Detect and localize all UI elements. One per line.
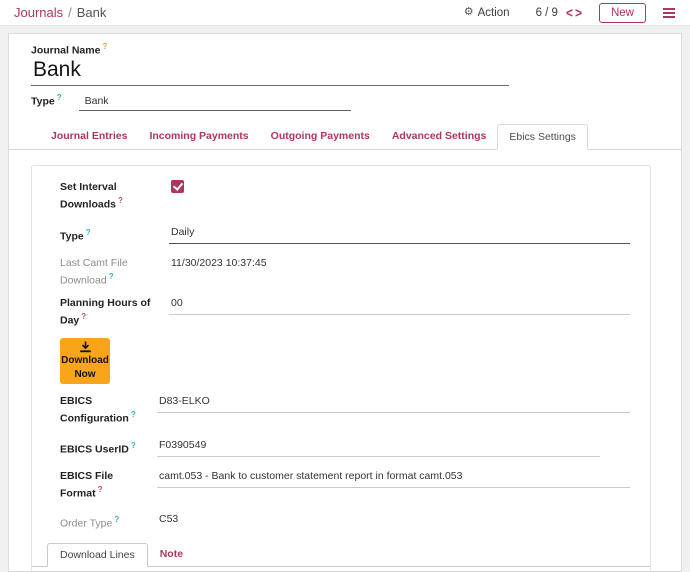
new-button[interactable]: New (599, 3, 646, 23)
pager-arrows: < > (565, 7, 583, 19)
ebics-file-format-label: EBICS File Format? (60, 468, 157, 501)
breadcrumb: Journals / Bank (14, 5, 106, 20)
ebics-form-area: Set Interval Downloads? Type? Daily Last… (32, 179, 650, 531)
chevron-left-icon[interactable]: < (565, 6, 574, 20)
column-header-date-to[interactable]: Date To (339, 567, 396, 572)
column-header-date-from[interactable]: Date From (279, 567, 339, 572)
last-camt-help-icon[interactable]: ? (109, 272, 114, 281)
breadcrumb-journals-link[interactable]: Journals (14, 5, 63, 20)
ebics-configuration-input[interactable]: D83-ELKO (157, 393, 630, 413)
order-type-label: Order Type? (60, 511, 157, 531)
column-header-filename[interactable]: Filename (157, 567, 279, 572)
ebics-userid-label-text: EBICS UserID (60, 443, 129, 455)
planning-hours-label-text: Planning Hours of Day (60, 297, 150, 327)
sub-notebook-tabs: Download Lines Note (32, 543, 650, 567)
ebics-file-format-row: EBICS File Format? camt.053 - Bank to cu… (60, 468, 630, 501)
ebics-file-format-help-icon[interactable]: ? (98, 485, 103, 494)
notebook-tabs: Journal Entries Incoming Payments Outgoi… (9, 124, 681, 150)
set-interval-label: Set Interval Downloads? (60, 179, 157, 212)
set-interval-checkbox[interactable] (171, 180, 184, 193)
tab-ebics-settings[interactable]: Ebics Settings (497, 124, 588, 150)
download-now-line1: Download (61, 355, 109, 367)
control-panel-right: ⚙ Action 6 / 9 < > New (464, 3, 677, 23)
journal-type-label-text: Type (31, 95, 55, 107)
ebics-userid-label: EBICS UserID? (60, 437, 157, 457)
ebics-settings-pane: Set Interval Downloads? Type? Daily Last… (31, 165, 651, 572)
last-camt-row: Last Camt File Download? 11/30/2023 10:3… (60, 255, 630, 288)
order-type-help-icon[interactable]: ? (114, 515, 119, 524)
journal-name-label-text: Journal Name (31, 45, 100, 57)
column-header-state[interactable]: Sta... (423, 567, 455, 572)
set-interval-help-icon[interactable]: ? (118, 196, 123, 205)
column-header-file-formats[interactable]: EBICS File Formats (455, 567, 604, 572)
ebics-userid-row: EBICS UserID? F0390549 (60, 437, 630, 457)
hamburger-menu-icon[interactable] (661, 6, 677, 20)
tab-outgoing-payments[interactable]: Outgoing Payments (260, 124, 381, 149)
tab-journal-entries[interactable]: Journal Entries (40, 124, 138, 149)
journal-name-label: Journal Name? (31, 42, 659, 57)
last-camt-label: Last Camt File Download? (60, 255, 157, 288)
ebics-userid-input[interactable]: F0390549 (157, 437, 600, 457)
ebics-file-format-input[interactable]: camt.053 - Bank to customer statement re… (157, 468, 630, 488)
breadcrumb-current: Bank (77, 5, 107, 20)
journal-type-label: Type? (31, 93, 62, 108)
column-header-user[interactable]: Us... (396, 567, 423, 572)
ebics-configuration-row: EBICS Configuration? D83-ELKO (60, 393, 630, 426)
journal-name-input[interactable]: Bank (31, 57, 509, 85)
breadcrumb-separator: / (68, 5, 72, 20)
planning-hours-row: Planning Hours of Day? 00 (60, 295, 630, 328)
ebics-configuration-label-text: EBICS Configuration (60, 395, 129, 425)
interval-type-select[interactable]: Daily (169, 224, 630, 244)
journal-type-row: Type? Bank (31, 93, 659, 111)
set-interval-label-text: Set Interval Downloads (60, 181, 117, 211)
last-camt-value: 11/30/2023 10:37:45 (169, 255, 630, 274)
last-camt-label-text: Last Camt File Download (60, 257, 128, 287)
table-header-row: Download Date Filename Date From Date To… (40, 567, 650, 572)
journal-type-input[interactable]: Bank (79, 93, 351, 111)
pager-counter: 6 / 9 (536, 7, 558, 19)
action-menu-button[interactable]: ⚙ Action (464, 7, 510, 19)
action-menu-label: Action (478, 7, 510, 19)
interval-type-row: Type? Daily (60, 224, 630, 244)
planning-hours-help-icon[interactable]: ? (81, 312, 86, 321)
order-type-value: C53 (157, 511, 630, 530)
journal-form-sheet: Journal Name? Bank Type? Bank Journal En… (8, 33, 682, 572)
download-lines-table: Download Date Filename Date From Date To… (40, 567, 650, 572)
control-panel: Journals / Bank ⚙ Action 6 / 9 < > New (0, 0, 690, 26)
tab-incoming-payments[interactable]: Incoming Payments (138, 124, 259, 149)
journal-name-field-wrap: Bank (31, 57, 509, 86)
app-window: Journals / Bank ⚙ Action 6 / 9 < > New (0, 0, 690, 572)
subtab-download-lines[interactable]: Download Lines (47, 543, 148, 567)
interval-type-help-icon[interactable]: ? (86, 228, 91, 237)
interval-type-label: Type? (60, 224, 157, 244)
journal-header-form: Journal Name? Bank Type? Bank (9, 34, 681, 111)
download-now-line2: Now (74, 369, 95, 381)
chevron-right-icon[interactable]: > (574, 6, 583, 20)
tab-advanced-settings[interactable]: Advanced Settings (381, 124, 498, 149)
column-header-download-date[interactable]: Download Date (40, 567, 157, 572)
planning-hours-input[interactable]: 00 (169, 295, 630, 315)
ebics-file-format-label-text: EBICS File Format (60, 470, 113, 500)
journal-type-help-icon[interactable]: ? (57, 93, 62, 102)
column-header-actions (604, 567, 650, 572)
journal-name-help-icon[interactable]: ? (102, 42, 107, 51)
order-type-label-text: Order Type (60, 518, 112, 530)
planning-hours-label: Planning Hours of Day? (60, 295, 157, 328)
sheet-background: Journal Name? Bank Type? Bank Journal En… (0, 26, 690, 572)
ebics-configuration-label: EBICS Configuration? (60, 393, 157, 426)
interval-type-label-text: Type (60, 231, 84, 243)
download-now-button[interactable]: Download Now (60, 338, 110, 384)
set-interval-row: Set Interval Downloads? (60, 179, 630, 212)
gear-icon: ⚙ (464, 7, 474, 18)
ebics-userid-help-icon[interactable]: ? (131, 441, 136, 450)
download-icon (79, 341, 92, 353)
pager: 6 / 9 < > (536, 7, 583, 19)
subtab-note[interactable]: Note (148, 543, 195, 566)
order-type-row: Order Type? C53 (60, 511, 630, 531)
ebics-configuration-help-icon[interactable]: ? (131, 410, 136, 419)
